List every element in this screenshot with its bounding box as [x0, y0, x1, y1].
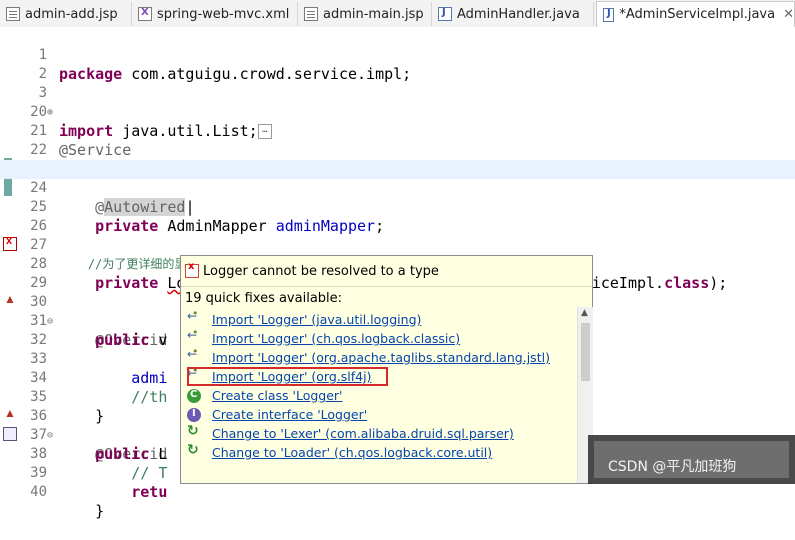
quick-fix-link[interactable]: Change to 'Loader' (ch.qos.logback.core.… — [212, 445, 492, 460]
highlight-box — [187, 367, 388, 386]
quick-fix-item[interactable]: Change to 'Loader' (ch.qos.logback.core.… — [187, 442, 492, 462]
code-line[interactable]: 22 public class AdminServiceImpl impleme… — [0, 122, 795, 178]
watermark: CSDN @平凡加班狗 — [608, 459, 737, 475]
quick-fix-list: Import 'Logger' (java.util.logging) Impo… — [181, 307, 577, 485]
close-icon[interactable]: ✕ — [783, 7, 794, 22]
tab-label: AdminHandler.java — [457, 6, 580, 22]
code-line[interactable]: 20 — [0, 84, 795, 120]
quick-fix-header: Logger cannot be resolved to a type — [181, 256, 592, 287]
tab-admin-service-impl-java[interactable]: *AdminServiceImpl.java ✕ — [596, 1, 795, 27]
error-icon — [185, 261, 199, 278]
import-icon — [187, 307, 201, 327]
tab-admin-main-jsp[interactable]: admin-main.jsp — [298, 2, 432, 26]
create-interface-icon — [187, 407, 201, 422]
tab-label: *AdminServiceImpl.java — [619, 7, 776, 22]
quick-fix-item[interactable]: Import 'Logger' (java.util.logging) — [187, 307, 421, 329]
tab-label: admin-main.jsp — [323, 6, 424, 22]
tab-label: spring-web-mvc.xml — [157, 6, 290, 22]
create-class-icon — [187, 388, 201, 403]
import-icon — [187, 326, 201, 346]
error-message: Logger cannot be resolved to a type — [203, 263, 439, 279]
tab-admin-handler-java[interactable]: AdminHandler.java — [432, 2, 594, 26]
quick-fix-item[interactable]: Change to 'Lexer' (com.alibaba.druid.sql… — [187, 423, 514, 443]
change-icon — [187, 442, 201, 460]
code-line[interactable]: 1 package com.atguigu.crowd.service.impl… — [0, 27, 795, 83]
code-line[interactable]: 2 — [0, 46, 795, 82]
jsp-file-icon — [6, 7, 20, 21]
quick-fix-item[interactable]: Import 'Logger' (org.apache.taglibs.stan… — [187, 345, 550, 367]
code-line[interactable]: 3 ⊕ import java.util.List;… — [0, 65, 795, 140]
java-file-icon — [603, 7, 615, 22]
editor-tab-bar: admin-add.jsp spring-web-mvc.xml admin-m… — [0, 0, 795, 28]
code-line[interactable]: 25 private AdminMapper adminMapper; — [0, 179, 795, 235]
quick-fix-link[interactable]: Import 'Logger' (java.util.logging) — [212, 312, 421, 327]
scroll-up-icon[interactable]: ▲ — [581, 308, 588, 318]
xml-file-icon — [138, 7, 152, 21]
quick-fix-link[interactable]: Create interface 'Logger' — [212, 407, 367, 422]
code-line[interactable]: 27 //为了更详细的显示出错误日志，我们加上这行代码 — [0, 217, 795, 271]
code-line[interactable]: 28 private Logger logger=LoggerFactory.g… — [0, 236, 795, 292]
tab-admin-add-jsp[interactable]: admin-add.jsp — [0, 2, 132, 26]
code-line[interactable]: 26 — [0, 198, 795, 234]
jsp-file-icon — [304, 7, 318, 21]
tab-label: admin-add.jsp — [25, 6, 118, 22]
quick-fix-link[interactable]: Create class 'Logger' — [212, 388, 342, 403]
quick-fix-link[interactable]: Change to 'Lexer' (com.alibaba.druid.sql… — [212, 426, 514, 441]
quick-fix-item[interactable]: Create class 'Logger' — [187, 386, 342, 405]
import-icon — [187, 345, 201, 365]
change-icon — [187, 423, 201, 441]
quick-fix-link[interactable]: Import 'Logger' (org.apache.taglibs.stan… — [212, 350, 550, 365]
quick-fix-item[interactable]: Create interface 'Logger' — [187, 405, 367, 424]
code-line[interactable]: 21 @Service — [0, 103, 795, 159]
quick-fix-link[interactable]: Import 'Logger' (ch.qos.logback.classic) — [212, 331, 460, 346]
scrollbar-thumb[interactable] — [581, 323, 590, 381]
quick-fix-item[interactable]: Import 'Logger' (ch.qos.logback.classic) — [187, 326, 460, 348]
quick-fix-count: 19 quick fixes available: — [185, 291, 343, 306]
code-line-current[interactable]: 24 @Autowired| — [0, 160, 795, 216]
java-file-icon — [438, 7, 452, 21]
code-text: } — [95, 502, 105, 520]
tab-spring-web-mvc-xml[interactable]: spring-web-mvc.xml — [132, 2, 298, 26]
code-line[interactable]: 23 — [0, 141, 795, 177]
code-text: retu — [131, 483, 168, 501]
line-number: 40 — [30, 484, 47, 500]
